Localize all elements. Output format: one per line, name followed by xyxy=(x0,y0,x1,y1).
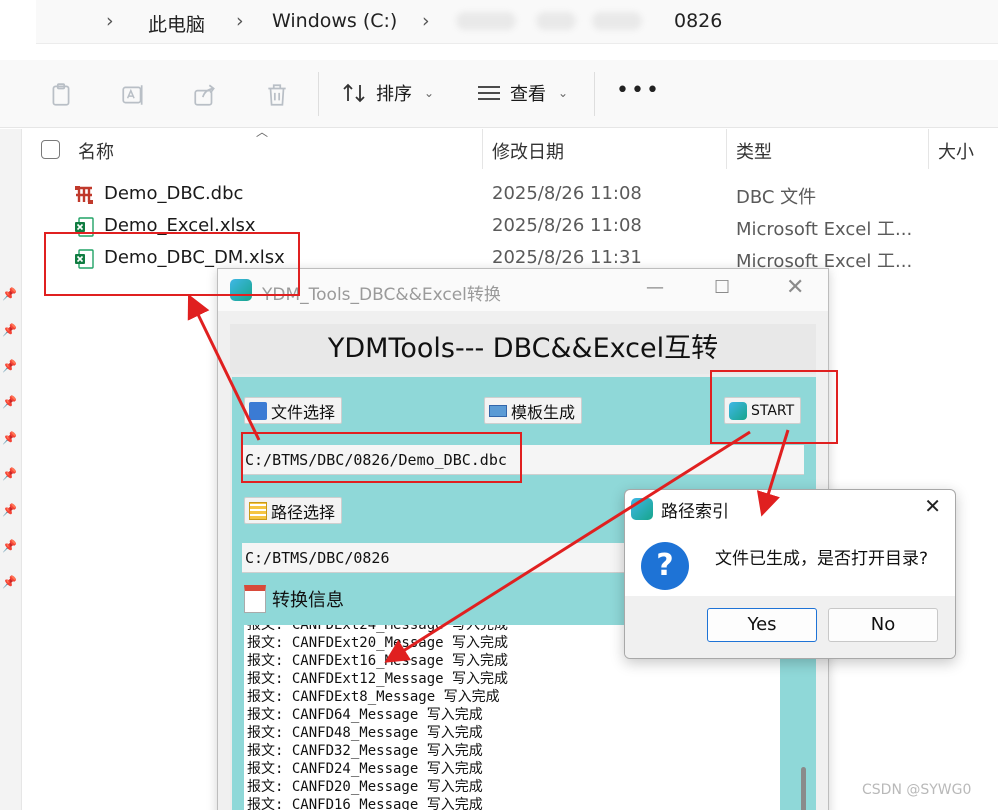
sort-caret-icon: ︿ xyxy=(256,125,269,139)
close-icon[interactable]: ✕ xyxy=(924,494,941,518)
log-line: 报文: CANFDExt12_Message 写入完成 xyxy=(247,671,509,687)
breadcrumb-this-pc[interactable]: 此电脑 xyxy=(148,10,205,37)
share-icon[interactable] xyxy=(192,82,218,108)
delete-icon[interactable] xyxy=(264,82,290,108)
conversion-info-label: 转换信息 xyxy=(272,590,344,611)
close-icon[interactable]: ✕ xyxy=(786,275,804,300)
file-type: DBC 文件 xyxy=(736,187,817,208)
breadcrumb-folder[interactable]: 0826 xyxy=(674,10,722,32)
blurred-breadcrumb xyxy=(536,12,576,30)
conversion-info-header: 转换信息 xyxy=(244,585,344,613)
file-modified: 2025/8/26 11:08 xyxy=(492,215,642,236)
pin-icon[interactable]: 📌 xyxy=(2,503,17,517)
pin-icon[interactable]: 📌 xyxy=(2,395,17,409)
dialog-title: 路径索引 xyxy=(661,502,729,522)
command-bar: 排序 ⌄ 查看 ⌄ ••• xyxy=(0,60,998,128)
more-options-button[interactable]: ••• xyxy=(616,78,661,103)
app-banner: YDMTools--- DBC&&Excel互转 xyxy=(230,324,816,374)
chevron-down-icon: ⌄ xyxy=(558,86,569,100)
file-modified: 2025/8/26 11:08 xyxy=(492,183,642,204)
yes-button[interactable]: Yes xyxy=(707,608,817,642)
path-select-button[interactable]: 路径选择 xyxy=(244,497,343,524)
log-scrollbar[interactable] xyxy=(801,767,806,810)
document-icon xyxy=(244,585,266,613)
path-select-label: 路径选择 xyxy=(271,502,336,522)
pin-icon[interactable]: 📌 xyxy=(2,539,17,553)
template-label: 模板生成 xyxy=(511,402,576,422)
chevron-right-icon: › xyxy=(106,10,114,32)
folder-icon xyxy=(249,501,267,520)
sort-icon xyxy=(343,83,365,103)
dialog-message: 文件已生成，是否打开目录? xyxy=(715,549,929,569)
toolbar-divider xyxy=(594,72,595,116)
file-type: Microsoft Excel 工... xyxy=(736,219,913,240)
pin-icon[interactable]: 📌 xyxy=(2,323,17,337)
maximize-icon[interactable]: ☐ xyxy=(714,277,730,298)
file-select-label: 文件选择 xyxy=(271,402,336,422)
file-row[interactable]: Demo_DBC.dbc 2025/8/26 11:08 DBC 文件 xyxy=(22,179,998,211)
dialog-title-bar[interactable]: 路径索引 ✕ xyxy=(625,490,955,526)
converter-title-bar[interactable]: YDM_Tools_DBC&&Excel转换 — ☐ ✕ xyxy=(218,269,828,311)
rename-icon[interactable] xyxy=(120,82,146,108)
sort-button[interactable]: 排序 ⌄ xyxy=(342,80,434,106)
column-separator[interactable] xyxy=(482,129,483,169)
log-line: 报文: CANFD32_Message 写入完成 xyxy=(247,743,483,759)
column-header: ︿ 名称 修改日期 类型 大小 xyxy=(22,125,998,169)
column-name[interactable]: 名称 xyxy=(78,138,114,164)
column-modified[interactable]: 修改日期 xyxy=(492,138,564,164)
log-line: 报文: CANFDExt8_Message 写入完成 xyxy=(247,689,500,705)
file-name: Demo_DBC.dbc xyxy=(104,183,244,204)
pin-icon[interactable]: 📌 xyxy=(2,287,17,301)
dialog-footer: Yes No xyxy=(625,596,955,658)
file-select-button[interactable]: 文件选择 xyxy=(244,397,343,424)
navigation-pane: 📌 📌 📌 📌 📌 📌 📌 📌 📌 xyxy=(0,129,22,810)
sort-label: 排序 xyxy=(376,84,412,105)
view-label: 查看 xyxy=(510,84,546,105)
minimize-icon[interactable]: — xyxy=(646,277,664,298)
blurred-breadcrumb xyxy=(592,12,642,30)
dbc-file-icon xyxy=(75,186,93,204)
column-separator[interactable] xyxy=(726,129,727,169)
file-icon xyxy=(249,401,267,420)
pin-icon[interactable]: 📌 xyxy=(2,575,17,589)
toolbar-divider xyxy=(318,72,319,116)
pin-icon[interactable]: 📌 xyxy=(2,467,17,481)
app-icon xyxy=(631,498,653,520)
chevron-down-icon: ⌄ xyxy=(424,86,435,100)
log-line: 报文: CANFD20_Message 写入完成 xyxy=(247,779,483,795)
view-button[interactable]: 查看 ⌄ xyxy=(476,80,568,106)
view-icon xyxy=(478,86,500,100)
pin-icon[interactable]: 📌 xyxy=(2,359,17,373)
question-icon: ? xyxy=(641,542,689,590)
highlight-file-path xyxy=(241,432,522,483)
log-line: 报文: CANFD64_Message 写入完成 xyxy=(247,707,483,723)
log-line: 报文: CANFD48_Message 写入完成 xyxy=(247,725,483,741)
blurred-breadcrumb xyxy=(456,12,516,30)
highlight-output-file xyxy=(44,232,300,296)
column-size[interactable]: 大小 xyxy=(938,138,974,164)
log-line: 报文: CANFD24_Message 写入完成 xyxy=(247,761,483,777)
column-separator[interactable] xyxy=(928,129,929,169)
paste-icon[interactable] xyxy=(48,82,74,108)
address-bar[interactable]: › 此电脑 › Windows (C:) › 0826 xyxy=(36,0,998,44)
column-type[interactable]: 类型 xyxy=(736,138,772,164)
chevron-right-icon: › xyxy=(422,10,430,32)
pin-icon[interactable]: 📌 xyxy=(2,431,17,445)
chevron-right-icon: › xyxy=(236,10,244,32)
highlight-start-button xyxy=(710,370,838,444)
no-button[interactable]: No xyxy=(828,608,938,642)
path-dialog: 路径索引 ✕ ? 文件已生成，是否打开目录? Yes No xyxy=(624,489,956,659)
log-line: 报文: CANFD16_Message 写入完成 xyxy=(247,797,483,810)
file-modified: 2025/8/26 11:31 xyxy=(492,247,642,268)
select-all-checkbox[interactable] xyxy=(41,140,60,159)
template-generate-button[interactable]: 模板生成 xyxy=(484,397,583,424)
watermark: CSDN @SYWG0 xyxy=(862,782,972,798)
breadcrumb-drive[interactable]: Windows (C:) xyxy=(272,10,397,32)
template-icon xyxy=(489,404,507,417)
